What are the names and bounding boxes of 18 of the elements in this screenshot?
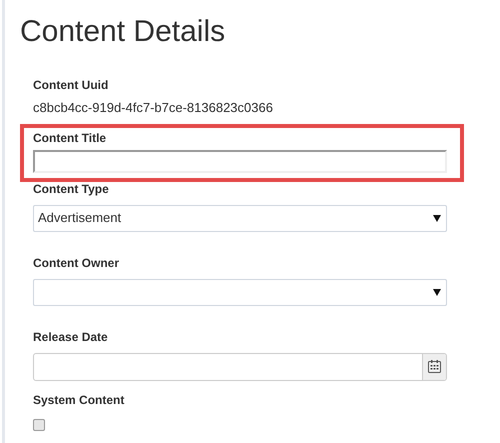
field-label: Content Type: [33, 182, 110, 196]
calendar-icon: [428, 360, 441, 373]
field-label: Content Owner: [33, 256, 120, 270]
caret-icon: [433, 288, 441, 296]
calendar-button[interactable]: [422, 354, 446, 380]
dropdown[interactable]: Advertisement: [33, 204, 447, 232]
page-title: Content Details: [20, 14, 226, 50]
field-label: System Content: [33, 392, 126, 408]
field-label: Content Title: [33, 130, 108, 146]
field-label: Content Uuid: [33, 78, 110, 93]
uuid-value: c8bcb4cc-919d-4fc7-b7ce-8136823c0366: [33, 99, 274, 117]
dropdown[interactable]: [33, 278, 447, 306]
checkbox[interactable]: [33, 418, 45, 430]
title-input[interactable]: [33, 150, 447, 172]
caret-icon: [433, 214, 441, 222]
field-label: Release Date: [33, 330, 109, 344]
date-field[interactable]: [33, 352, 447, 380]
dropdown-value: Advertisement: [38, 209, 122, 228]
